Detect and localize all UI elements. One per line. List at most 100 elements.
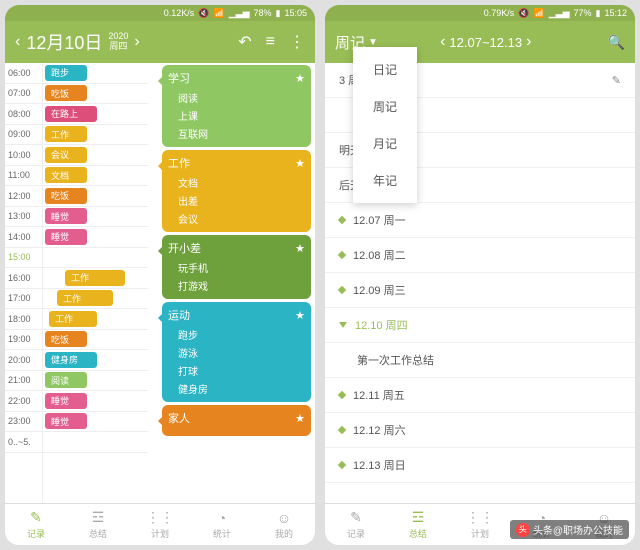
event-slot[interactable]: 在路上 xyxy=(43,104,148,125)
date-range[interactable]: 12.07~12.13 xyxy=(449,35,522,50)
category-item[interactable]: 互联网 xyxy=(178,126,305,141)
nav-我的[interactable]: ☺我的 xyxy=(253,504,315,545)
category-item[interactable]: 会议 xyxy=(178,211,305,226)
event-slot[interactable]: 吃饭 xyxy=(43,84,148,105)
nav-统计[interactable]: ◔统计 xyxy=(191,504,253,545)
undo-icon[interactable]: ↶ xyxy=(238,32,251,52)
event-chip[interactable]: 吃饭 xyxy=(45,85,87,101)
event-chip[interactable]: 文档 xyxy=(45,167,87,183)
date-title[interactable]: 12月10日 xyxy=(26,29,102,55)
list-row[interactable]: 第一次工作总结 xyxy=(325,343,635,378)
category-card[interactable]: 学习★阅读上课互联网 xyxy=(162,65,311,147)
star-icon[interactable]: ★ xyxy=(295,309,305,322)
category-item[interactable]: 文档 xyxy=(178,175,305,190)
category-card[interactable]: 家人★ xyxy=(162,405,311,436)
event-slot[interactable] xyxy=(43,248,148,269)
event-slot[interactable]: 吃饭 xyxy=(43,330,148,351)
dropdown-item[interactable]: 月记 xyxy=(353,125,417,162)
list-row[interactable]: 12.08 周二 xyxy=(325,238,635,273)
nav-记录[interactable]: ✎记录 xyxy=(325,504,387,545)
event-chip[interactable]: 睡觉 xyxy=(45,229,87,245)
event-chip[interactable]: 跑步 xyxy=(45,65,87,81)
event-slot[interactable]: 阅读 xyxy=(43,371,148,392)
next-range-button[interactable]: › xyxy=(526,33,531,51)
status-bar: 0.79K/s 🔇 📶 ▁▃▅ 77% ▮ 15:12 xyxy=(325,5,635,21)
event-chip[interactable]: 工作 xyxy=(45,126,87,142)
bullet-icon xyxy=(338,391,346,399)
event-slot[interactable]: 工作 xyxy=(43,289,148,310)
list-row[interactable]: 12.13 周日 xyxy=(325,448,635,483)
event-chip[interactable]: 睡觉 xyxy=(45,393,87,409)
more-icon[interactable]: ⋮ xyxy=(289,32,305,52)
category-item[interactable]: 上课 xyxy=(178,108,305,123)
event-slot[interactable]: 跑步 xyxy=(43,63,148,84)
nav-总结[interactable]: ☲总结 xyxy=(67,504,129,545)
event-slot[interactable]: 工作 xyxy=(43,309,148,330)
event-chip[interactable]: 工作 xyxy=(65,270,125,286)
event-chip[interactable]: 睡觉 xyxy=(45,208,87,224)
net-speed: 0.12K/s xyxy=(164,8,195,18)
list-row[interactable]: 12.11 周五 xyxy=(325,378,635,413)
category-item[interactable]: 打球 xyxy=(178,363,305,378)
event-chip[interactable]: 工作 xyxy=(49,311,97,327)
dropdown-item[interactable]: 年记 xyxy=(353,162,417,199)
list-row[interactable]: 12.12 周六 xyxy=(325,413,635,448)
event-slot[interactable]: 工作 xyxy=(43,125,148,146)
event-slot[interactable]: 睡觉 xyxy=(43,391,148,412)
star-icon[interactable]: ★ xyxy=(295,72,305,85)
category-item[interactable]: 跑步 xyxy=(178,327,305,342)
event-slot[interactable]: 工作 xyxy=(43,268,148,289)
category-item[interactable]: 玩手机 xyxy=(178,260,305,275)
nav-总结[interactable]: ☲总结 xyxy=(387,504,449,545)
category-card[interactable]: 开小差★玩手机打游戏 xyxy=(162,235,311,299)
event-chip[interactable]: 吃饭 xyxy=(45,331,87,347)
category-item[interactable]: 阅读 xyxy=(178,90,305,105)
event-chip[interactable]: 工作 xyxy=(57,290,113,306)
category-item[interactable]: 出差 xyxy=(178,193,305,208)
event-chip[interactable]: 睡觉 xyxy=(45,413,87,429)
nav-记录[interactable]: ✎记录 xyxy=(5,504,67,545)
app-header: ‹ 12月10日 2020 周四 › ↶ ≡ ⋮ xyxy=(5,21,315,63)
event-slot[interactable]: 会议 xyxy=(43,145,148,166)
prev-range-button[interactable]: ‹ xyxy=(440,33,445,51)
event-slot[interactable]: 睡觉 xyxy=(43,227,148,248)
category-card[interactable]: 工作★文档出差会议 xyxy=(162,150,311,232)
star-icon[interactable]: ★ xyxy=(295,157,305,170)
event-slot[interactable]: 文档 xyxy=(43,166,148,187)
time-label: 18:00 xyxy=(5,309,42,330)
time-label: 20:00 xyxy=(5,350,42,371)
star-icon[interactable]: ★ xyxy=(295,242,305,255)
time-label: 19:00 xyxy=(5,330,42,351)
next-day-button[interactable]: › xyxy=(134,33,139,51)
time-label: 07:00 xyxy=(5,84,42,105)
category-item[interactable]: 游泳 xyxy=(178,345,305,360)
dropdown-item[interactable]: 日记 xyxy=(353,51,417,88)
category-item[interactable]: 健身房 xyxy=(178,381,305,396)
event-slot[interactable]: 睡觉 xyxy=(43,412,148,433)
mute-icon: 🔇 xyxy=(198,8,209,19)
category-card[interactable]: 运动★跑步游泳打球健身房 xyxy=(162,302,311,402)
star-icon[interactable]: ★ xyxy=(295,412,305,425)
event-slot[interactable]: 吃饭 xyxy=(43,186,148,207)
time-label: 0..~5. xyxy=(5,432,42,453)
event-chip[interactable]: 吃饭 xyxy=(45,188,87,204)
event-slot[interactable]: 健身房 xyxy=(43,350,148,371)
category-item[interactable]: 打游戏 xyxy=(178,278,305,293)
nav-计划[interactable]: ⋮⋮计划 xyxy=(129,504,191,545)
edit-icon[interactable]: ✎ xyxy=(612,74,621,87)
net-speed: 0.79K/s xyxy=(484,8,515,18)
list-icon[interactable]: ≡ xyxy=(266,33,275,51)
event-chip[interactable]: 在路上 xyxy=(45,106,97,122)
event-chip[interactable]: 会议 xyxy=(45,147,87,163)
list-row[interactable]: 12.09 周三 xyxy=(325,273,635,308)
event-slot[interactable]: 睡觉 xyxy=(43,207,148,228)
event-chip[interactable]: 健身房 xyxy=(45,352,97,368)
nav-计划[interactable]: ⋮⋮计划 xyxy=(449,504,511,545)
list-row[interactable]: 12.10 周四 xyxy=(325,308,635,343)
prev-day-button[interactable]: ‹ xyxy=(15,33,20,51)
dropdown-item[interactable]: 周记 xyxy=(353,88,417,125)
list-row[interactable]: 12.07 周一 xyxy=(325,203,635,238)
event-chip[interactable]: 阅读 xyxy=(45,372,87,388)
event-slot[interactable] xyxy=(43,432,148,453)
search-icon[interactable]: 🔍 xyxy=(608,34,625,51)
